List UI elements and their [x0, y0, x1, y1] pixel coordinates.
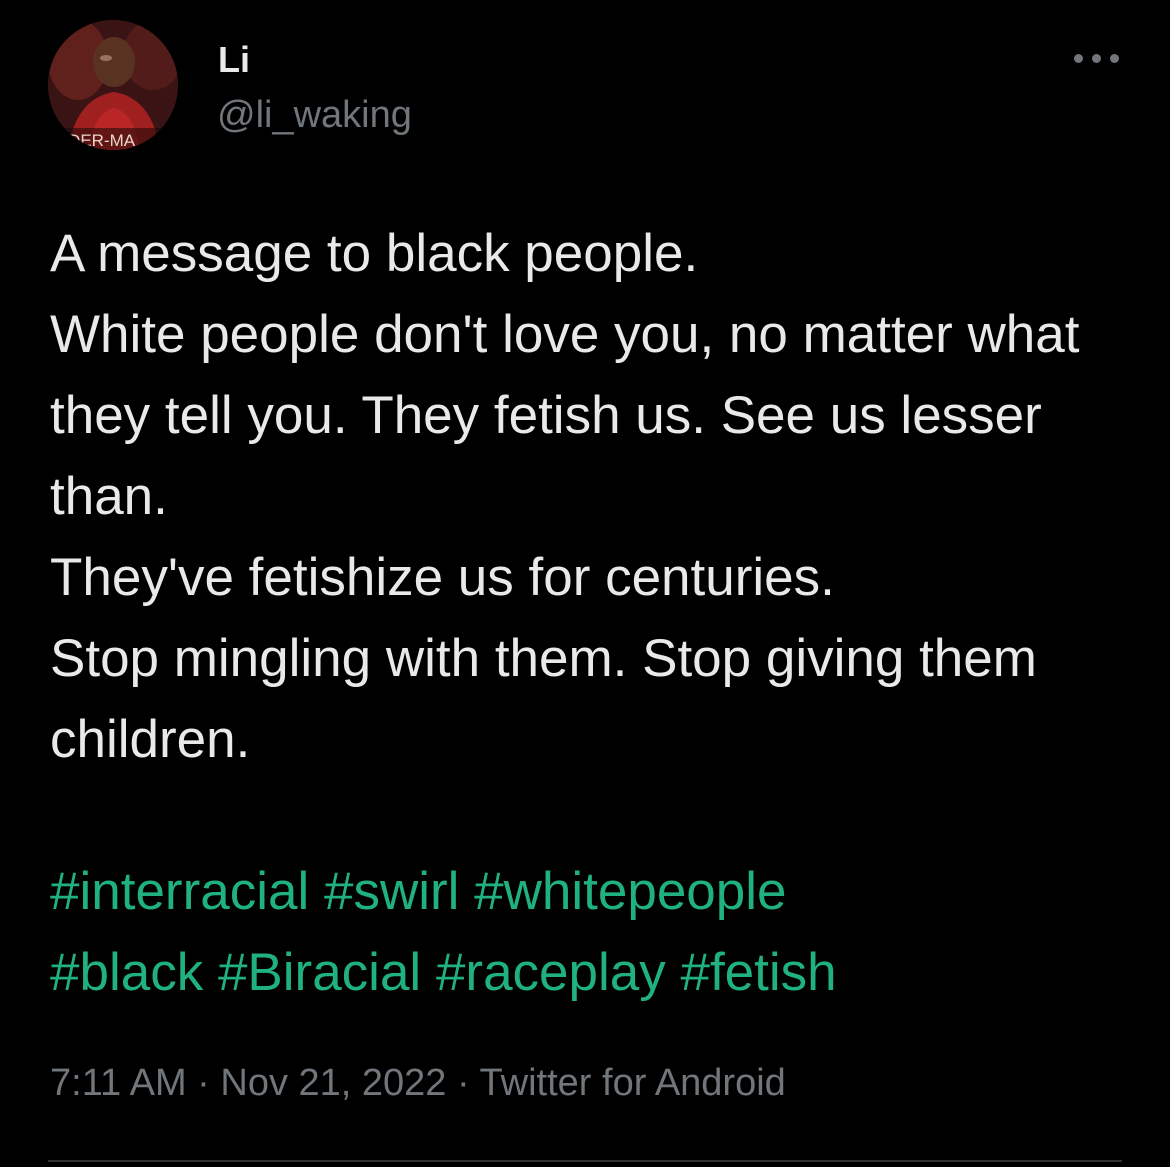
meta-separator: ·	[197, 1062, 210, 1104]
divider	[48, 1160, 1122, 1162]
hashtag-link[interactable]: #interracial	[50, 862, 309, 921]
tweet-text: A message to black people. White people …	[50, 224, 1080, 769]
tweet-source[interactable]: Twitter for Android	[480, 1062, 786, 1104]
avatar-caption: PIDER-MA	[52, 131, 136, 150]
hashtag-link[interactable]: #swirl	[324, 862, 459, 921]
tweet-meta: 7:11 AM · Nov 21, 2022 · Twitter for And…	[50, 1058, 786, 1108]
hashtag-link[interactable]: #whitepeople	[474, 862, 786, 921]
more-dot	[1092, 54, 1101, 63]
hashtag-link[interactable]: #fetish	[680, 943, 836, 1002]
hashtag-link[interactable]: #Biracial	[218, 943, 421, 1002]
more-dot	[1110, 54, 1119, 63]
user-handle[interactable]: @li_waking	[217, 92, 412, 138]
hashtag-link[interactable]: #raceplay	[436, 943, 666, 1002]
avatar[interactable]: PIDER-MA	[48, 20, 178, 150]
tweet: PIDER-MA Li @li_waking A message to blac…	[0, 0, 1170, 1167]
more-dot	[1074, 54, 1083, 63]
hashtag-link[interactable]: #black	[50, 943, 203, 1002]
tweet-time[interactable]: 7:11 AM	[50, 1062, 187, 1104]
meta-separator: ·	[457, 1062, 470, 1104]
display-name[interactable]: Li	[218, 38, 250, 82]
avatar-image: PIDER-MA	[48, 20, 178, 150]
hashtag-list: #interracial #swirl #whitepeople #black …	[50, 851, 1150, 1013]
more-horizontal-icon[interactable]	[1072, 40, 1122, 76]
tweet-date[interactable]: Nov 21, 2022	[220, 1062, 446, 1104]
